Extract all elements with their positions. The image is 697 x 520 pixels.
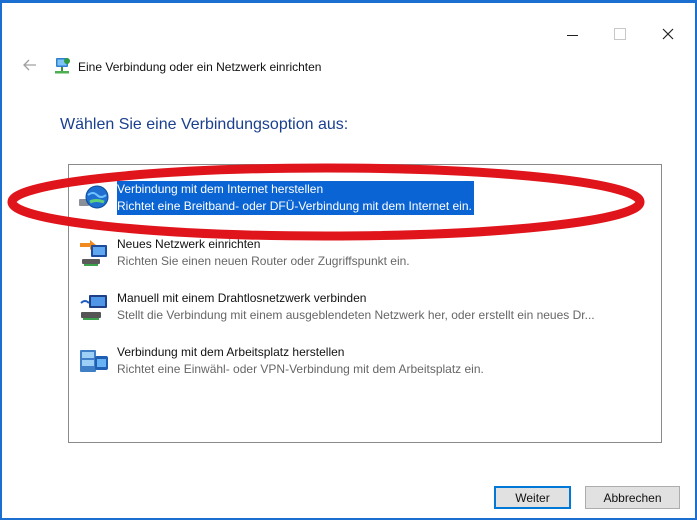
window-title: Eine Verbindung oder ein Netzwerk einric… <box>78 60 322 74</box>
option-description: Richtet eine Breitband- oder DFÜ-Verbind… <box>117 198 474 215</box>
globe-network-icon <box>77 181 111 215</box>
option-description: Stellt die Verbindung mit einem ausgeble… <box>117 308 595 322</box>
option-manual-wireless[interactable]: Manuell mit einem Drahtlosnetzwerk verbi… <box>75 289 655 327</box>
wireless-network-icon <box>77 290 111 324</box>
option-title: Neues Netzwerk einrichten <box>117 237 261 251</box>
option-new-network[interactable]: Neues Netzwerk einrichten Richten Sie ei… <box>75 235 655 273</box>
back-button[interactable] <box>23 58 37 75</box>
option-description: Richtet eine Einwähl- oder VPN-Verbindun… <box>117 362 484 376</box>
workplace-vpn-icon <box>77 344 111 378</box>
router-setup-icon <box>77 236 111 270</box>
option-title: Verbindung mit dem Internet herstellen <box>117 181 474 198</box>
close-button[interactable] <box>646 21 690 47</box>
option-title: Manuell mit einem Drahtlosnetzwerk verbi… <box>117 291 367 305</box>
option-internet-connection[interactable]: Verbindung mit dem Internet herstellen R… <box>75 180 655 218</box>
connection-options-list[interactable]: Verbindung mit dem Internet herstellen R… <box>68 164 662 443</box>
next-button[interactable]: Weiter <box>494 486 571 509</box>
minimize-button[interactable] <box>550 21 594 47</box>
network-setup-icon <box>52 56 72 81</box>
option-title: Verbindung mit dem Arbeitsplatz herstell… <box>117 345 345 359</box>
cancel-button[interactable]: Abbrechen <box>585 486 680 509</box>
option-workplace-connection[interactable]: Verbindung mit dem Arbeitsplatz herstell… <box>75 343 655 381</box>
maximize-icon <box>614 28 626 40</box>
back-arrow-icon <box>23 59 36 71</box>
minimize-icon <box>566 34 578 36</box>
dialog-window: Eine Verbindung oder ein Netzwerk einric… <box>0 0 697 520</box>
maximize-button[interactable] <box>598 21 642 47</box>
option-description: Richten Sie einen neuen Router oder Zugr… <box>117 254 410 268</box>
close-icon <box>662 28 674 40</box>
page-heading: Wählen Sie eine Verbindungsoption aus: <box>60 116 349 133</box>
